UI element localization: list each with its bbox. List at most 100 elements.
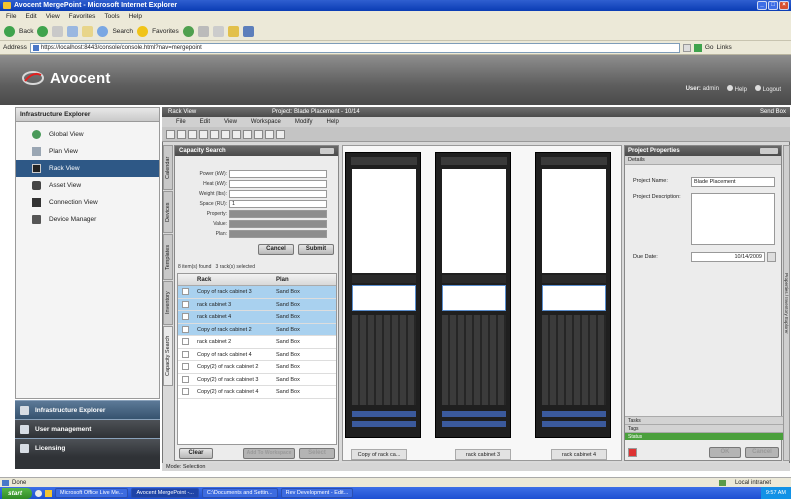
nav-device-manager[interactable]: Device Manager xyxy=(16,211,159,228)
menu-help[interactable]: Help xyxy=(129,11,142,23)
rack-label-2[interactable]: rack cabinet 3 xyxy=(455,449,511,460)
property-select[interactable] xyxy=(229,209,327,218)
back-arrow-icon[interactable] xyxy=(4,26,15,37)
weight-input[interactable] xyxy=(229,189,327,198)
panel-controls-icon[interactable] xyxy=(760,148,778,154)
search-button[interactable]: Search xyxy=(112,28,133,35)
mail-icon[interactable] xyxy=(197,26,209,37)
calendar-icon[interactable] xyxy=(767,252,776,262)
go-button[interactable]: Go xyxy=(705,44,714,51)
clear-button[interactable]: Clear xyxy=(179,448,213,459)
due-date-input[interactable]: 10/14/2009 xyxy=(691,252,765,262)
table-row[interactable]: Copy of rack cabinet 2 Sand Box xyxy=(178,323,336,336)
row-checkbox[interactable] xyxy=(178,386,192,398)
panel-collapse-icon[interactable] xyxy=(320,148,334,154)
stop-icon[interactable] xyxy=(52,26,64,37)
task-documents[interactable]: C:\Documents and Settin... xyxy=(201,488,278,498)
menu-view[interactable]: View xyxy=(46,11,60,23)
pan-hand-icon[interactable] xyxy=(276,129,285,139)
task-avocent[interactable]: Avocent MergePoint -... xyxy=(131,488,199,498)
side-tab-calendar[interactable]: Calendar xyxy=(163,145,173,190)
tasks-section[interactable]: Tasks xyxy=(625,416,783,424)
folder-icon[interactable] xyxy=(227,26,239,37)
rack-1[interactable] xyxy=(345,152,421,438)
close-button[interactable]: × xyxy=(779,1,789,10)
rv-menu-modify[interactable]: Modify xyxy=(295,117,313,127)
links-label[interactable]: Links xyxy=(717,44,732,51)
zoom-actual-icon[interactable] xyxy=(254,129,263,139)
rack-label-1[interactable]: Copy of rack ca... xyxy=(351,449,407,460)
quicklaunch-desktop-icon[interactable] xyxy=(45,489,52,497)
nav-asset-view[interactable]: Asset View xyxy=(16,177,159,194)
nav-connection-view[interactable]: Connection View xyxy=(16,194,159,211)
task-office-live[interactable]: Microsoft Office Live Me... xyxy=(55,488,129,498)
plan-select[interactable] xyxy=(229,229,327,238)
status-section[interactable]: Status xyxy=(625,432,783,440)
logout-link[interactable]: Logout xyxy=(754,85,781,93)
address-dropdown-icon[interactable] xyxy=(682,43,691,52)
nav-global-view[interactable]: Global View xyxy=(16,126,159,143)
select-pointer-icon[interactable] xyxy=(265,129,274,139)
column-plan[interactable]: Plan xyxy=(272,274,336,285)
zoom-fit-icon[interactable] xyxy=(243,129,252,139)
save-icon[interactable] xyxy=(177,129,186,139)
row-checkbox[interactable] xyxy=(178,311,192,323)
column-rack[interactable]: Rack xyxy=(192,274,272,285)
props-cancel-button[interactable]: Cancel xyxy=(745,447,779,458)
start-button[interactable]: start xyxy=(2,487,32,499)
forward-arrow-icon[interactable] xyxy=(37,26,49,37)
home-icon[interactable] xyxy=(82,26,94,37)
table-row[interactable]: rack cabinet 3 Sand Box xyxy=(178,298,336,311)
table-row[interactable]: rack cabinet 4 Sand Box xyxy=(178,311,336,324)
table-row[interactable]: Copy(2) of rack cabinet 2 Sand Box xyxy=(178,361,336,374)
rv-menu-view[interactable]: View xyxy=(224,117,237,127)
favorites-button[interactable]: Favorites xyxy=(152,28,179,35)
quicklaunch-ie-icon[interactable] xyxy=(35,489,42,497)
side-tab-capacity-search[interactable]: Capacity Search xyxy=(163,326,173,386)
print-icon[interactable] xyxy=(212,26,224,37)
zoom-out-icon[interactable] xyxy=(232,129,241,139)
rack-3[interactable] xyxy=(535,152,611,438)
rv-menu-workspace[interactable]: Workspace xyxy=(251,117,281,127)
menu-favorites[interactable]: Favorites xyxy=(69,11,96,23)
refresh-icon[interactable] xyxy=(67,26,79,37)
refresh-icon[interactable] xyxy=(188,129,197,139)
accordion-infrastructure-explorer[interactable]: Infrastructure Explorer xyxy=(15,400,160,419)
ok-button[interactable]: OK xyxy=(709,447,741,458)
go-arrow-icon[interactable] xyxy=(693,43,702,52)
table-row[interactable]: Copy of rack cabinet 3 Sand Box xyxy=(178,286,336,299)
row-checkbox[interactable] xyxy=(178,286,192,298)
submit-button[interactable]: Submit xyxy=(298,244,334,255)
menu-edit[interactable]: Edit xyxy=(25,11,36,23)
side-tab-devices[interactable]: Devices xyxy=(163,191,173,233)
table-row[interactable]: Copy(2) of rack cabinet 4 Sand Box xyxy=(178,386,336,399)
favorites-star-icon[interactable] xyxy=(137,26,149,37)
side-tab-templates[interactable]: Templates xyxy=(163,234,173,280)
add-to-workspace-button[interactable]: Add To Workspace xyxy=(243,448,295,459)
address-input[interactable]: https://localhost:8443/console/console.h… xyxy=(29,42,680,53)
project-description-textarea[interactable] xyxy=(691,193,775,245)
rv-menu-file[interactable]: File xyxy=(176,117,186,127)
nav-plan-view[interactable]: Plan View xyxy=(16,143,159,160)
zoom-in-icon[interactable] xyxy=(221,129,230,139)
undo-icon[interactable] xyxy=(199,129,208,139)
nav-rack-view[interactable]: Rack View xyxy=(16,160,159,177)
tags-section[interactable]: Tags xyxy=(625,424,783,432)
back-button[interactable]: Back xyxy=(19,28,33,35)
menu-tools[interactable]: Tools xyxy=(104,11,119,23)
row-checkbox[interactable] xyxy=(178,324,192,336)
accordion-licensing[interactable]: Licensing xyxy=(15,438,160,457)
table-row[interactable]: Copy of rack cabinet 4 Sand Box xyxy=(178,349,336,361)
project-name-input[interactable]: Blade Placement xyxy=(691,177,775,187)
cancel-button[interactable]: Cancel xyxy=(258,244,294,255)
task-rev-development[interactable]: Rev Development - Edit... xyxy=(280,488,354,498)
maximize-button[interactable]: □ xyxy=(768,1,778,10)
new-icon[interactable] xyxy=(166,129,175,139)
side-tab-inventory[interactable]: Inventory xyxy=(163,281,173,325)
row-checkbox[interactable] xyxy=(178,349,192,361)
messenger-icon[interactable] xyxy=(242,26,254,37)
help-link[interactable]: Help xyxy=(726,85,747,93)
power-input[interactable] xyxy=(229,169,327,178)
delete-project-icon[interactable] xyxy=(628,448,637,457)
heat-input[interactable] xyxy=(229,179,327,188)
